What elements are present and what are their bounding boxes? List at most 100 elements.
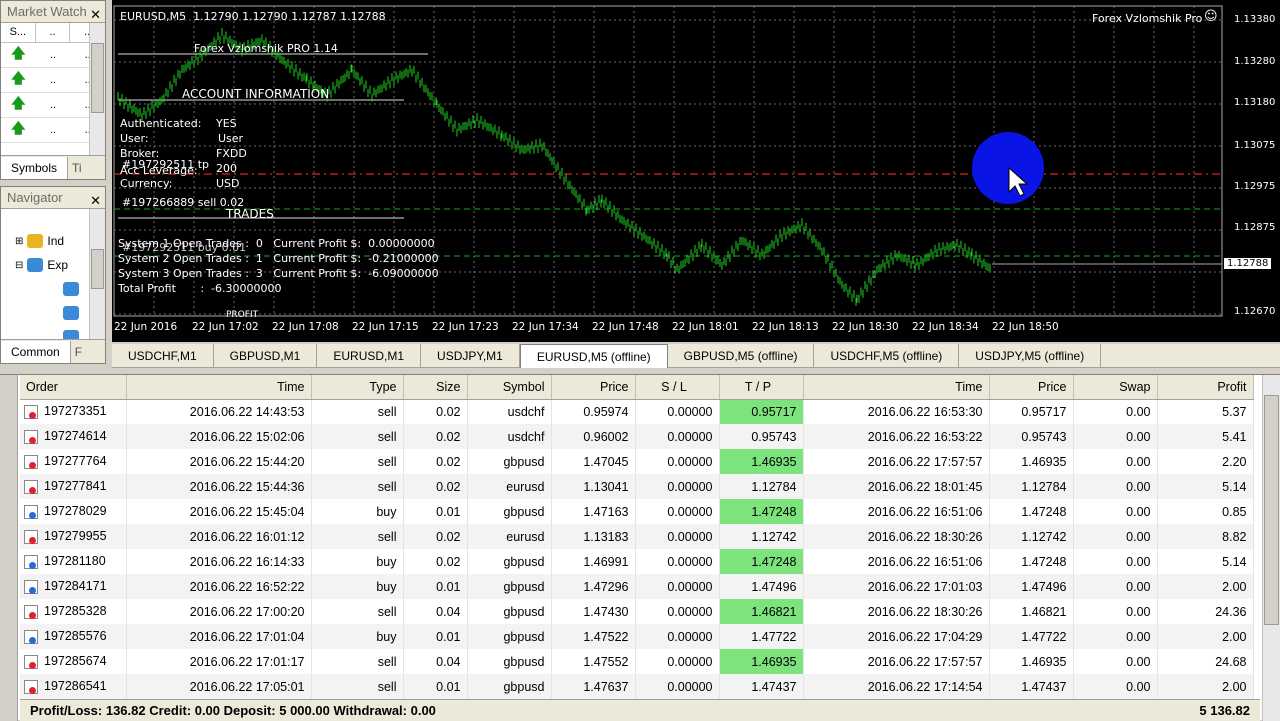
collapse-icon[interactable]: ⊟: [15, 260, 23, 271]
table-row[interactable]: 197279955 2016.06.22 16:01:12 sell 0.02 euru…: [20, 524, 1254, 549]
table-cell: 0.00: [1073, 499, 1158, 524]
table-cell: 1.47163: [551, 499, 636, 524]
chart-tab[interactable]: EURUSD,M5 (offline): [519, 344, 668, 368]
smiley-icon[interactable]: ☺: [1204, 9, 1218, 24]
chart-tab[interactable]: EURUSD,M1: [317, 344, 422, 368]
table-cell: 0.02: [403, 399, 468, 424]
table-row[interactable]: 197286541 2016.06.22 17:05:01 sell 0.01 gbpu…: [20, 674, 1254, 699]
terminal-side-strip: [0, 375, 18, 721]
column-header[interactable]: Profit: [1157, 375, 1254, 400]
chart-tab[interactable]: USDJPY,M5 (offline): [959, 344, 1102, 368]
terminal-scrollbar[interactable]: [1262, 375, 1280, 721]
table-cell: 2016.06.22 15:44:20: [126, 449, 312, 474]
navigator-scrollbar[interactable]: [89, 209, 105, 339]
table-cell: 0.00: [1073, 524, 1158, 549]
column-header[interactable]: Type: [311, 375, 404, 400]
nav-item-label: Exp: [47, 258, 69, 272]
column-header[interactable]: S / L: [635, 375, 720, 400]
chart-tab[interactable]: USDCHF,M1: [112, 344, 214, 368]
table-row[interactable]: 197285674 2016.06.22 17:01:17 sell 0.04 gbpu…: [20, 649, 1254, 674]
column-header[interactable]: Price: [989, 375, 1074, 400]
table-cell: 1.12742: [989, 524, 1074, 549]
chart-tab[interactable]: USDCHF,M5 (offline): [814, 344, 960, 368]
broker-value: FXDD: [216, 147, 247, 160]
column-header[interactable]: Swap: [1073, 375, 1158, 400]
table-row[interactable]: 197273351 2016.06.22 14:43:53 sell 0.02 usdc…: [20, 399, 1254, 424]
time-axis-label: 22 Jun 18:13: [752, 321, 819, 333]
table-cell: 0.00: [1073, 624, 1158, 649]
table-cell: 1.47248: [719, 499, 804, 524]
trades-label: TRADES: [226, 207, 274, 221]
table-cell: gbpusd: [467, 449, 552, 474]
table-row[interactable]: 197278029 2016.06.22 15:45:04 buy 0.01 gbpus…: [20, 499, 1254, 524]
tab-symbols[interactable]: Symbols: [1, 156, 69, 179]
navigator-tabs: Common F: [1, 339, 105, 363]
column-header[interactable]: Time: [803, 375, 990, 400]
column-header[interactable]: Price: [551, 375, 636, 400]
time-axis-label: 22 Jun 17:08: [272, 321, 339, 333]
table-row[interactable]: 197285328 2016.06.22 17:00:20 sell 0.04 gbpu…: [20, 599, 1254, 624]
price-axis-label: 1.13075: [1234, 140, 1276, 151]
mw-col-bid[interactable]: ..: [36, 23, 71, 42]
buy-order-icon: [24, 629, 38, 644]
table-cell: eurusd: [467, 474, 552, 499]
table-cell: 2.00: [1157, 624, 1254, 649]
expand-icon[interactable]: ⊞: [15, 236, 23, 247]
table-cell: 0.00: [1073, 599, 1158, 624]
table-cell: gbpusd: [467, 674, 552, 699]
chart-tab[interactable]: GBPUSD,M5 (offline): [668, 344, 815, 368]
column-header[interactable]: Symbol: [467, 375, 552, 400]
tab-tick-chart[interactable]: Ti: [68, 161, 86, 175]
order-tp-label: #197292511 tp: [122, 158, 209, 171]
chart-tab[interactable]: GBPUSD,M1: [214, 344, 318, 368]
column-header[interactable]: Time: [126, 375, 312, 400]
table-cell: 0.00000: [635, 599, 720, 624]
table-row[interactable]: 197277764 2016.06.22 15:44:20 sell 0.02 gbpu…: [20, 449, 1254, 474]
table-row[interactable]: 197285576 2016.06.22 17:01:04 buy 0.01 gbpus…: [20, 624, 1254, 649]
table-cell: 2016.06.22 17:04:29: [803, 624, 990, 649]
ea-name: Forex Vzlomshik Pro: [1092, 12, 1203, 25]
order-number: 197285328: [44, 604, 107, 619]
table-cell: 1.47722: [719, 624, 804, 649]
time-axis-label: 22 Jun 17:34: [512, 321, 579, 333]
table-cell: 0.95743: [719, 424, 804, 449]
table-row[interactable]: 197277841 2016.06.22 15:44:36 sell 0.02 euru…: [20, 474, 1254, 499]
price-axis-label: 1.12670: [1234, 306, 1276, 317]
table-cell: usdchf: [467, 399, 552, 424]
tab-common[interactable]: Common: [1, 340, 71, 363]
currency-value: USD: [216, 177, 240, 190]
market-watch-scrollbar[interactable]: [89, 23, 105, 155]
table-cell: 0.02: [403, 524, 468, 549]
price-chart[interactable]: EURUSD,M5 1.12790 1.12790 1.12787 1.1278…: [112, 0, 1280, 342]
mw-col-symbol[interactable]: S...: [1, 23, 36, 42]
account-summary-row[interactable]: Profit/Loss: 136.82 Credit: 0.00 Deposit…: [20, 699, 1260, 721]
time-axis-label: 22 Jun 17:23: [432, 321, 499, 333]
column-header[interactable]: T / P: [719, 375, 804, 400]
expert-icon: [63, 282, 79, 296]
expert-icon: [63, 306, 79, 320]
table-cell: 1.47296: [551, 574, 636, 599]
navigator-title: Navigator ✕: [1, 187, 105, 209]
table-row[interactable]: 197281180 2016.06.22 16:14:33 buy 0.02 gbpus…: [20, 549, 1254, 574]
table-cell: buy: [311, 499, 404, 524]
table-cell: 2016.06.22 18:30:26: [803, 524, 990, 549]
table-row[interactable]: 197274614 2016.06.22 15:02:06 sell 0.02 usdc…: [20, 424, 1254, 449]
column-header[interactable]: Order: [20, 375, 127, 400]
table-cell: 0.04: [403, 649, 468, 674]
table-cell: 2016.06.22 14:43:53: [126, 399, 312, 424]
tab-favorites[interactable]: F: [71, 345, 86, 359]
table-cell: 1.46935: [719, 649, 804, 674]
table-cell: 2016.06.22 16:52:22: [126, 574, 312, 599]
table-cell: 1.46935: [989, 649, 1074, 674]
time-axis-label: 22 Jun 2016: [114, 321, 178, 333]
expert-icon: [27, 258, 44, 272]
column-header[interactable]: Size: [403, 375, 468, 400]
table-row[interactable]: 197284171 2016.06.22 16:52:22 buy 0.01 gbpus…: [20, 574, 1254, 599]
table-cell: 2016.06.22 16:14:33: [126, 549, 312, 574]
table-cell: 1.47522: [551, 624, 636, 649]
chart-tab[interactable]: USDJPY,M1: [421, 344, 520, 368]
table-cell: 1.47430: [551, 599, 636, 624]
table-cell: sell: [311, 474, 404, 499]
order-cell: 197285328: [20, 599, 127, 624]
arrow-up-icon: 🡅: [11, 45, 26, 61]
